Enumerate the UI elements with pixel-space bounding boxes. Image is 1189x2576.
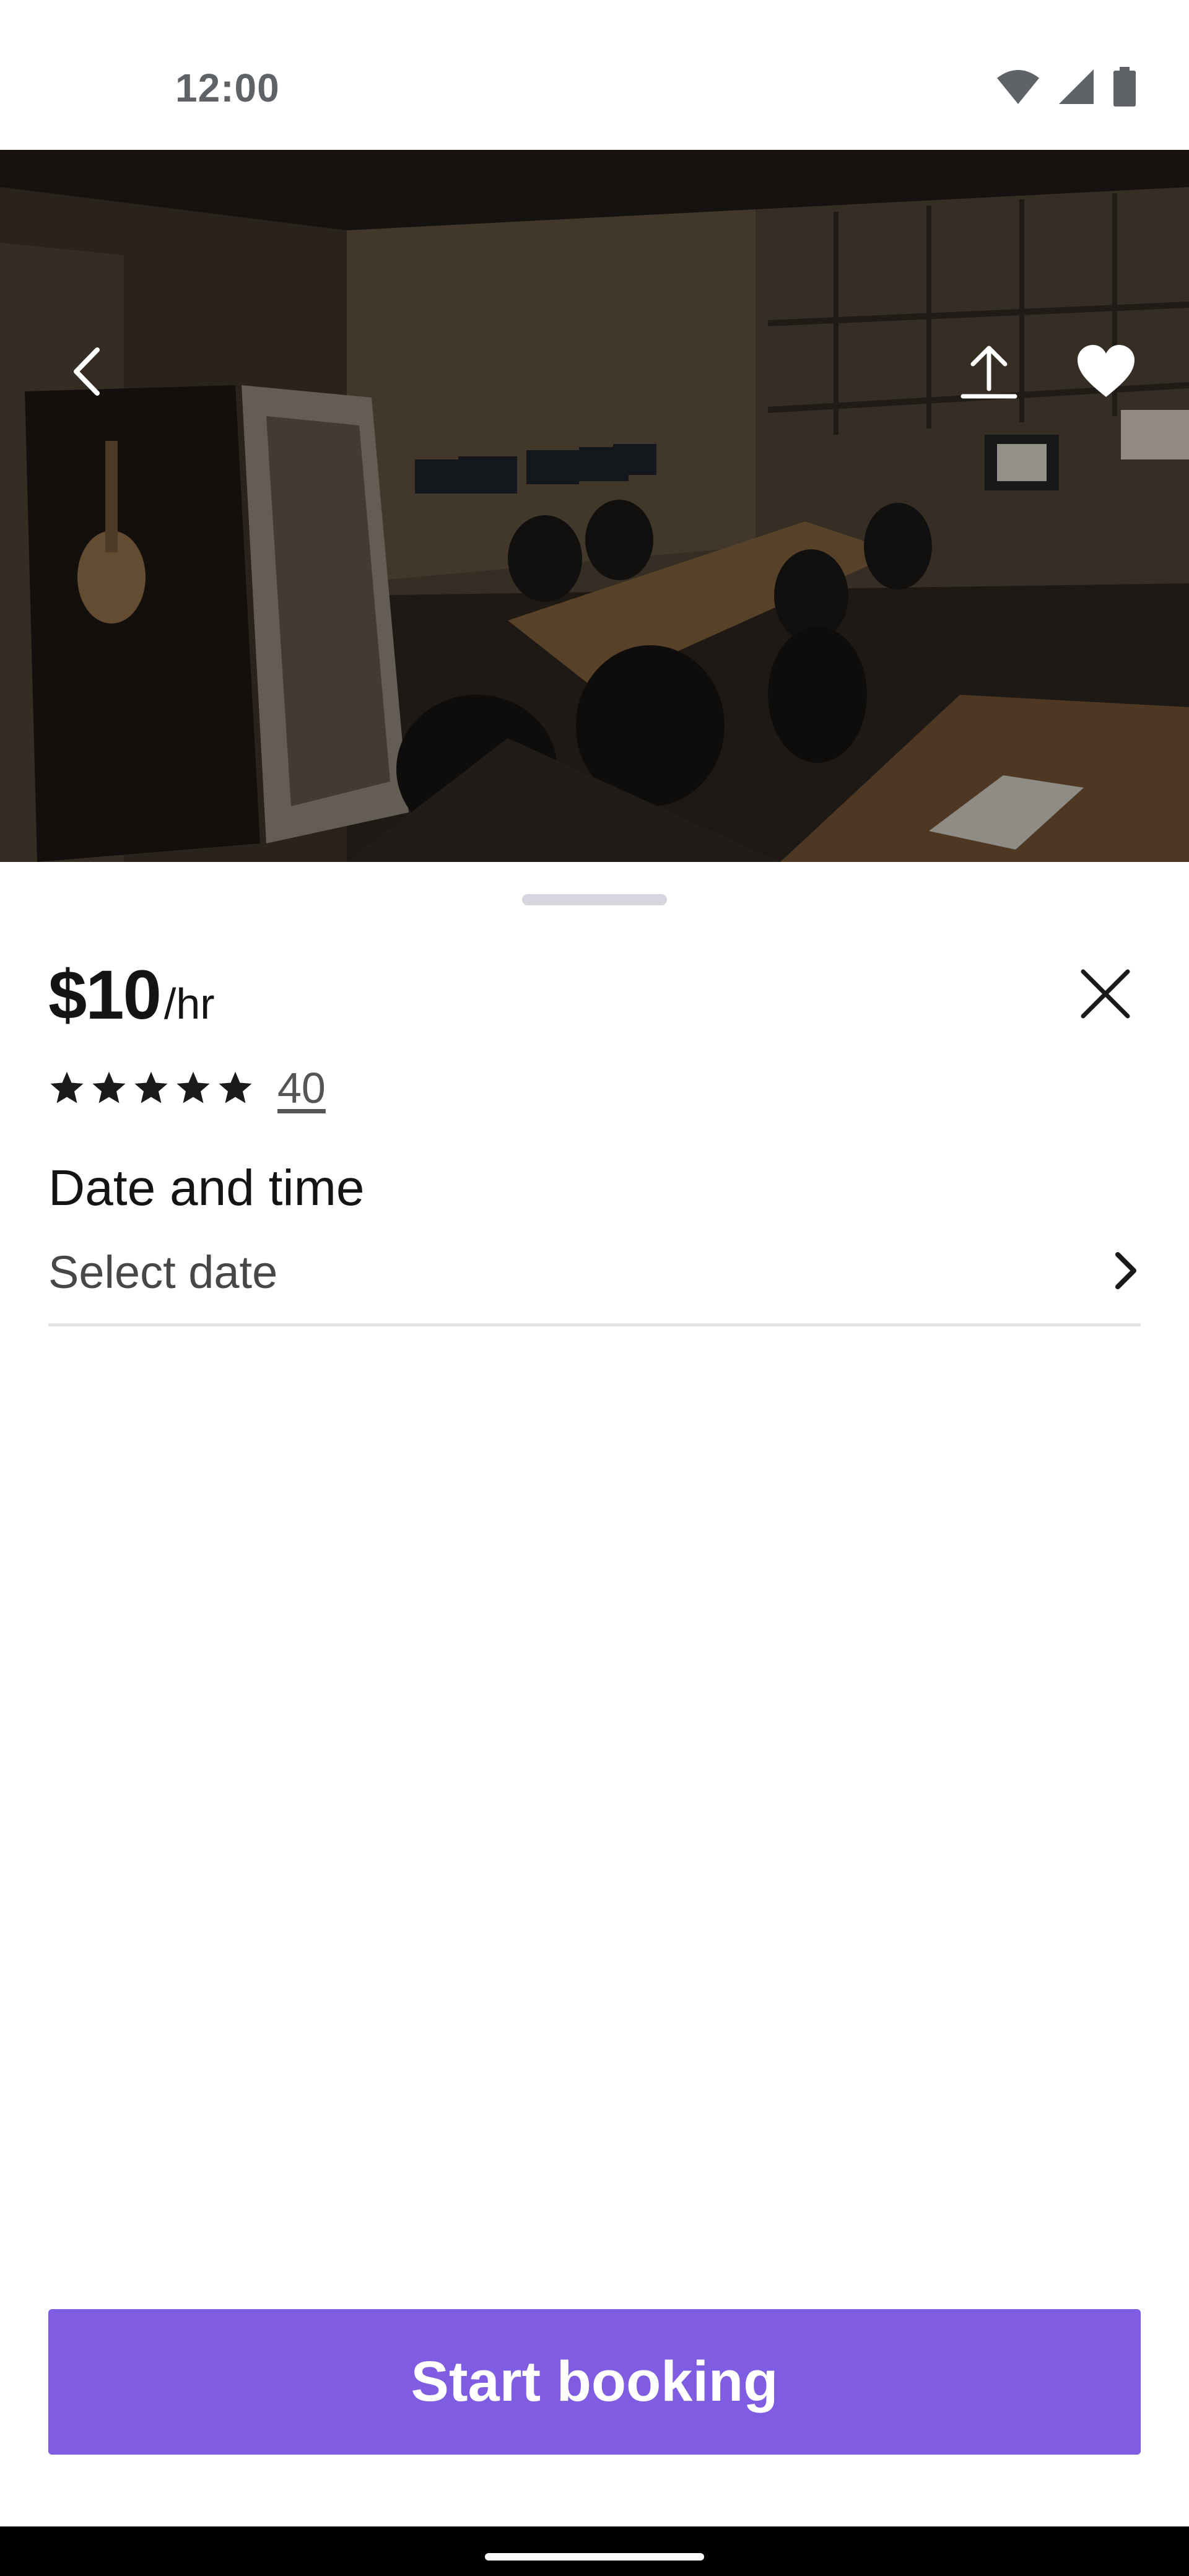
room-photo (0, 150, 1189, 862)
close-icon (1079, 968, 1131, 1023)
status-icons (996, 67, 1137, 110)
status-bar: 12:00 (0, 0, 1189, 150)
select-date-label: Select date (48, 1247, 278, 1298)
star-icon (134, 1071, 168, 1103)
rating: 40 (48, 1063, 326, 1113)
share-icon (958, 341, 1020, 406)
star-rating (48, 1069, 254, 1107)
home-gesture-bar[interactable] (485, 2553, 704, 2561)
chevron-right-icon (1107, 1246, 1144, 1299)
system-nav-bar (0, 2526, 1189, 2576)
date-time-heading: Date and time (48, 1160, 365, 1216)
start-booking-button[interactable]: Start booking (48, 2309, 1141, 2455)
star-icon (92, 1071, 126, 1103)
price-unit: /hr (163, 980, 215, 1028)
sheet-drag-handle[interactable] (522, 894, 667, 905)
close-button[interactable] (1071, 961, 1139, 1029)
star-icon (50, 1071, 84, 1103)
heart-icon (1075, 344, 1137, 402)
star-icon (219, 1071, 252, 1103)
star-icon (176, 1071, 210, 1103)
share-button[interactable] (952, 336, 1026, 410)
price: $10 /hr (48, 955, 215, 1035)
booking-sheet: $10 /hr 40 Date and time Select date Sta… (0, 862, 1189, 2526)
battery-icon (1112, 67, 1137, 110)
select-date-row[interactable]: Select date (48, 1234, 1141, 1326)
status-time: 12:00 (175, 66, 280, 110)
back-button[interactable] (50, 336, 124, 410)
listing-hero-image (0, 150, 1189, 862)
favorite-button[interactable] (1069, 336, 1143, 410)
signal-icon (1058, 68, 1095, 108)
price-amount: $10 (48, 956, 162, 1033)
reviews-count-link[interactable]: 40 (277, 1063, 326, 1113)
wifi-icon (996, 68, 1040, 108)
back-arrow-icon (65, 344, 108, 402)
